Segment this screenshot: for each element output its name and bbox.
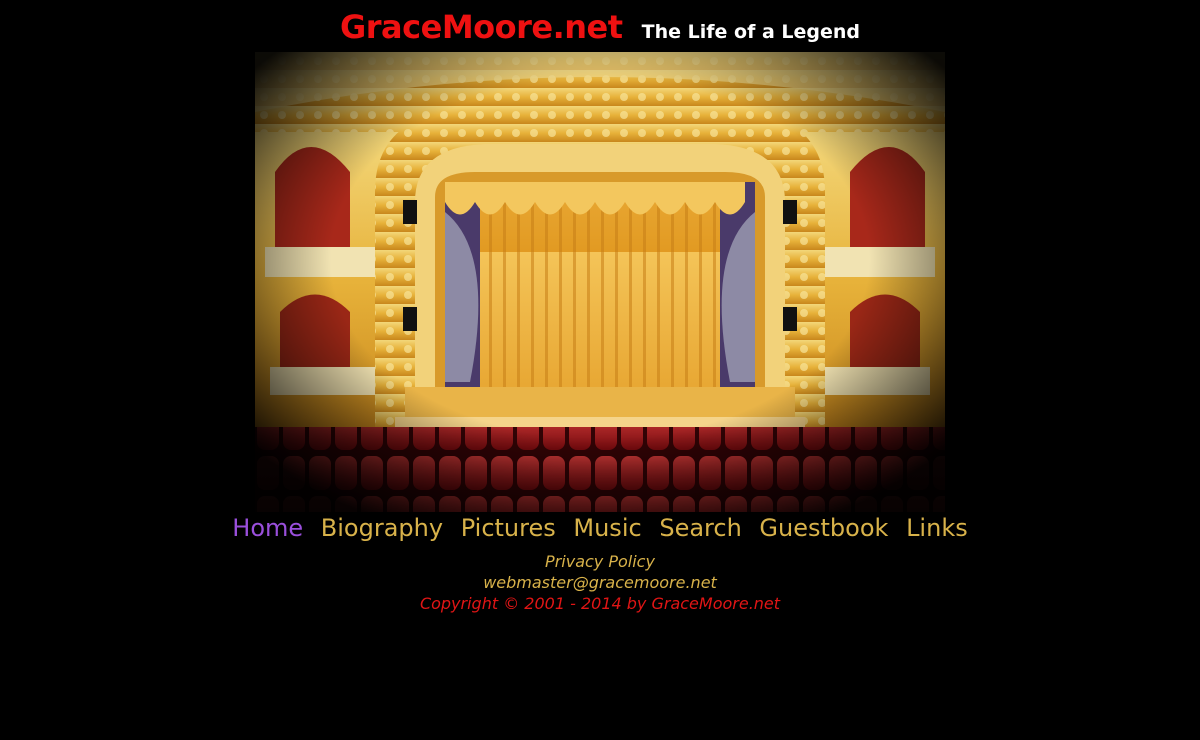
nav-biography[interactable]: Biography [321, 514, 443, 542]
theater-illustration [255, 52, 945, 512]
main-nav: Home Biography Pictures Music Search Gue… [0, 514, 1200, 542]
webmaster-email-link[interactable]: webmaster@gracemoore.net [0, 572, 1200, 593]
privacy-policy-link[interactable]: Privacy Policy [0, 551, 1200, 572]
nav-pictures[interactable]: Pictures [461, 514, 556, 542]
site-name: GraceMoore.net [340, 8, 623, 46]
copyright-notice: Copyright © 2001 - 2014 by GraceMoore.ne… [419, 594, 781, 613]
nav-music[interactable]: Music [573, 514, 641, 542]
site-footer: Privacy Policy webmaster@gracemoore.net … [0, 551, 1200, 614]
nav-links[interactable]: Links [906, 514, 968, 542]
nav-search[interactable]: Search [659, 514, 741, 542]
site-tagline: The Life of a Legend [641, 21, 860, 43]
nav-guestbook[interactable]: Guestbook [759, 514, 888, 542]
page: GraceMoore.net The Life of a Legend Home… [0, 0, 1200, 740]
hero-theater-image [255, 52, 945, 512]
site-header: GraceMoore.net The Life of a Legend [0, 8, 1200, 46]
nav-home[interactable]: Home [232, 514, 303, 542]
